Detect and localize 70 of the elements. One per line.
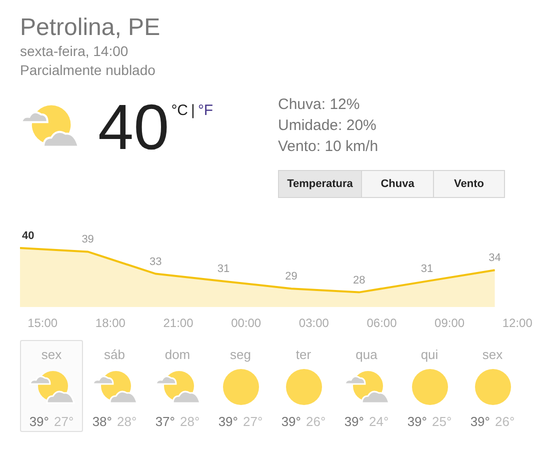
low-temperature: 28° <box>117 412 137 430</box>
axis-label: 21:00 <box>163 316 194 330</box>
chart-tab[interactable]: Vento <box>434 170 505 198</box>
chart-tab[interactable]: Temperatura <box>278 170 362 198</box>
current-temperature: 40 <box>98 92 170 162</box>
low-temperature: 28° <box>180 412 200 430</box>
high-temperature: 39° <box>470 412 490 430</box>
forecast-day[interactable]: sáb 38° 28° <box>83 340 146 432</box>
weather-detail: Vento: 10 km/h <box>278 137 380 157</box>
sun-icon <box>222 369 258 406</box>
sun-cloud-icon <box>20 104 80 148</box>
day-name: qua <box>356 347 378 363</box>
data-label: 34 <box>488 252 501 264</box>
low-temperature: 26° <box>495 412 515 430</box>
data-label: 29 <box>285 270 298 283</box>
data-label: 40 <box>22 230 34 242</box>
high-temperature: 39° <box>344 412 364 430</box>
low-temperature: 27° <box>54 412 74 430</box>
high-temperature: 39° <box>281 412 301 430</box>
axis-label: 09:00 <box>434 316 465 330</box>
high-temperature: 37° <box>155 412 175 430</box>
high-temperature: 39° <box>407 412 427 430</box>
location-title: Petrolina, PE <box>20 14 162 42</box>
forecast-day[interactable]: sex 39° 26° <box>461 340 524 432</box>
data-label: 39 <box>82 234 94 246</box>
axis-label: 15:00 <box>28 316 58 330</box>
forecast-day[interactable]: qua 39° 24° <box>335 340 398 432</box>
day-name: ter <box>296 347 312 363</box>
data-label: 28 <box>353 274 366 286</box>
sun-cloud-icon <box>344 370 390 404</box>
forecast-day[interactable]: seg 39° 27° <box>209 340 272 432</box>
low-temperature: 27° <box>243 412 263 430</box>
low-temperature: 25° <box>432 412 452 430</box>
high-temperature: 39° <box>218 412 238 430</box>
chart-tab[interactable]: Chuva <box>362 170 434 198</box>
low-temperature: 26° <box>306 412 326 430</box>
day-name: qui <box>420 347 438 363</box>
low-temperature: 24° <box>369 412 389 430</box>
date-time: sexta-feira, 14:00 <box>20 42 130 61</box>
unit-label: °C <box>171 101 188 121</box>
sun-cloud-icon <box>154 370 200 404</box>
weather-condition: Parcialmente nublado <box>20 61 156 80</box>
high-temperature: 39° <box>29 412 49 430</box>
sun-icon <box>286 369 322 406</box>
axis-label: 00:00 <box>231 316 262 330</box>
day-name: seg <box>230 347 251 363</box>
axis-label: 06:00 <box>366 316 397 330</box>
sun-cloud-icon <box>28 370 74 404</box>
day-name: sáb <box>104 347 125 363</box>
forecast-day[interactable]: ter 39° 26° <box>272 340 335 432</box>
high-temperature: 38° <box>92 412 112 430</box>
axis-label: 12:00 <box>502 316 532 330</box>
weather-detail: Umidade: 20% <box>278 116 378 136</box>
day-name: dom <box>164 347 190 363</box>
unit-link[interactable]: °F <box>198 100 214 122</box>
data-label: 31 <box>217 263 230 276</box>
day-name: sex <box>482 347 503 363</box>
sun-icon <box>412 369 448 406</box>
forecast-day[interactable]: sex 39° 27° <box>20 340 83 432</box>
day-name: sex <box>41 347 62 363</box>
axis-label: 03:00 <box>298 316 329 330</box>
data-label: 31 <box>420 263 434 276</box>
weather-detail: Chuva: 12% <box>278 95 361 115</box>
sun-icon <box>474 369 510 406</box>
sun-cloud-icon <box>92 370 138 404</box>
forecast-day[interactable]: qui 39° 25° <box>398 340 461 432</box>
forecast-day[interactable]: dom 37° 28° <box>146 340 209 432</box>
axis-label: 18:00 <box>95 316 126 330</box>
data-label: 33 <box>150 256 162 268</box>
unit-separator: | <box>191 101 195 121</box>
